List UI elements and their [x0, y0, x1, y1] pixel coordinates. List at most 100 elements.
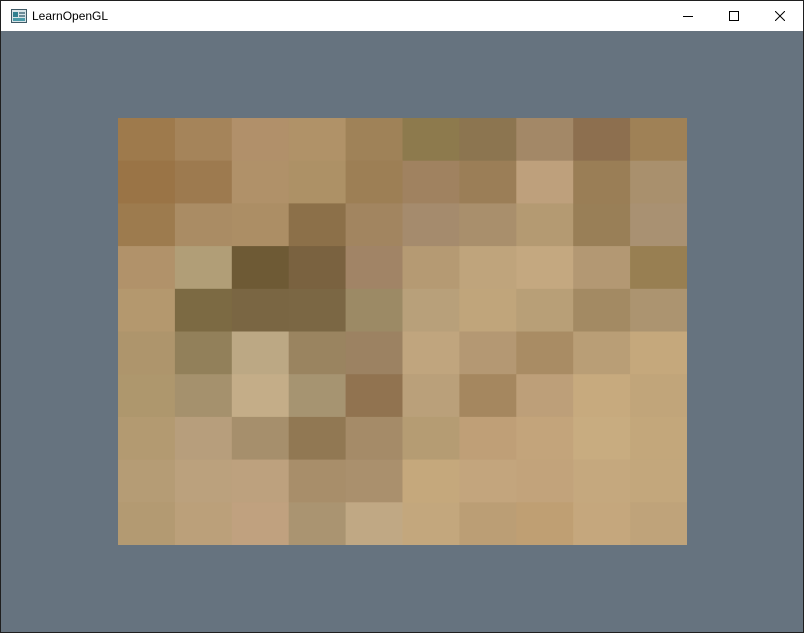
texture-texel	[231, 416, 290, 461]
texture-texel	[516, 246, 574, 290]
texture-texel	[573, 459, 631, 503]
texture-texel	[174, 374, 233, 418]
opengl-render-area[interactable]	[1, 31, 803, 632]
texture-texel	[118, 331, 176, 375]
texture-texel	[231, 246, 290, 290]
texture-texel	[288, 246, 347, 290]
texture-texel	[516, 118, 574, 162]
opengl-app-icon	[11, 9, 27, 23]
texture-texel	[573, 160, 631, 204]
texture-texel	[402, 416, 460, 461]
texture-texel	[402, 331, 460, 375]
texture-texel	[516, 160, 574, 204]
pixelated-texture	[118, 118, 687, 545]
texture-texel	[573, 331, 631, 375]
texture-texel	[174, 416, 233, 461]
textured-quad	[118, 118, 687, 545]
minimize-button[interactable]	[665, 1, 711, 31]
texture-texel	[630, 459, 687, 503]
texture-texel	[630, 502, 687, 545]
texture-texel	[345, 502, 404, 545]
texture-texel	[402, 246, 460, 290]
texture-texel	[459, 288, 517, 333]
texture-texel	[231, 203, 290, 247]
maximize-icon	[729, 11, 739, 21]
close-button[interactable]	[757, 1, 803, 31]
texture-texel	[573, 502, 631, 545]
texture-texel	[118, 160, 176, 204]
texture-texel	[459, 416, 517, 461]
texture-texel	[630, 246, 687, 290]
title-bar[interactable]: LearnOpenGL	[1, 1, 803, 31]
texture-texel	[516, 459, 574, 503]
texture-texel	[231, 374, 290, 418]
texture-texel	[118, 118, 176, 162]
texture-texel	[288, 203, 347, 247]
texture-texel	[516, 416, 574, 461]
application-window: LearnOpenGL	[0, 0, 804, 633]
texture-texel	[459, 203, 517, 247]
texture-texel	[288, 118, 347, 162]
texture-texel	[118, 288, 176, 333]
texture-texel	[231, 331, 290, 375]
texture-texel	[231, 288, 290, 333]
texture-texel	[459, 160, 517, 204]
texture-texel	[630, 288, 687, 333]
texture-texel	[118, 374, 176, 418]
texture-texel	[516, 502, 574, 545]
texture-texel	[288, 160, 347, 204]
texture-texel	[630, 118, 687, 162]
texture-texel	[516, 203, 574, 247]
texture-texel	[459, 502, 517, 545]
texture-texel	[630, 331, 687, 375]
texture-texel	[118, 203, 176, 247]
texture-texel	[345, 246, 404, 290]
texture-texel	[288, 288, 347, 333]
texture-texel	[345, 374, 404, 418]
texture-texel	[573, 246, 631, 290]
maximize-button[interactable]	[711, 1, 757, 31]
texture-texel	[630, 160, 687, 204]
texture-texel	[288, 459, 347, 503]
texture-texel	[402, 374, 460, 418]
texture-texel	[174, 331, 233, 375]
texture-texel	[118, 246, 176, 290]
close-icon	[775, 11, 785, 21]
texture-texel	[118, 502, 176, 545]
texture-texel	[174, 160, 233, 204]
texture-texel	[174, 288, 233, 333]
texture-texel	[345, 459, 404, 503]
texture-texel	[630, 203, 687, 247]
texture-texel	[345, 331, 404, 375]
texture-texel	[288, 502, 347, 545]
texture-texel	[573, 374, 631, 418]
texture-texel	[345, 203, 404, 247]
texture-texel	[402, 502, 460, 545]
texture-texel	[345, 416, 404, 461]
texture-texel	[231, 502, 290, 545]
texture-texel	[174, 459, 233, 503]
minimize-icon	[683, 16, 693, 17]
texture-texel	[573, 416, 631, 461]
texture-texel	[118, 459, 176, 503]
texture-texel	[174, 118, 233, 162]
texture-texel	[288, 416, 347, 461]
texture-texel	[174, 502, 233, 545]
window-title: LearnOpenGL	[32, 9, 109, 23]
texture-texel	[118, 416, 176, 461]
texture-texel	[345, 160, 404, 204]
texture-texel	[402, 118, 460, 162]
texture-texel	[459, 374, 517, 418]
texture-texel	[573, 118, 631, 162]
texture-texel	[630, 374, 687, 418]
texture-texel	[459, 459, 517, 503]
texture-texel	[288, 374, 347, 418]
texture-texel	[345, 118, 404, 162]
texture-texel	[459, 246, 517, 290]
texture-texel	[231, 118, 290, 162]
texture-texel	[345, 288, 404, 333]
texture-texel	[402, 203, 460, 247]
texture-texel	[402, 459, 460, 503]
texture-texel	[231, 459, 290, 503]
texture-texel	[630, 416, 687, 461]
